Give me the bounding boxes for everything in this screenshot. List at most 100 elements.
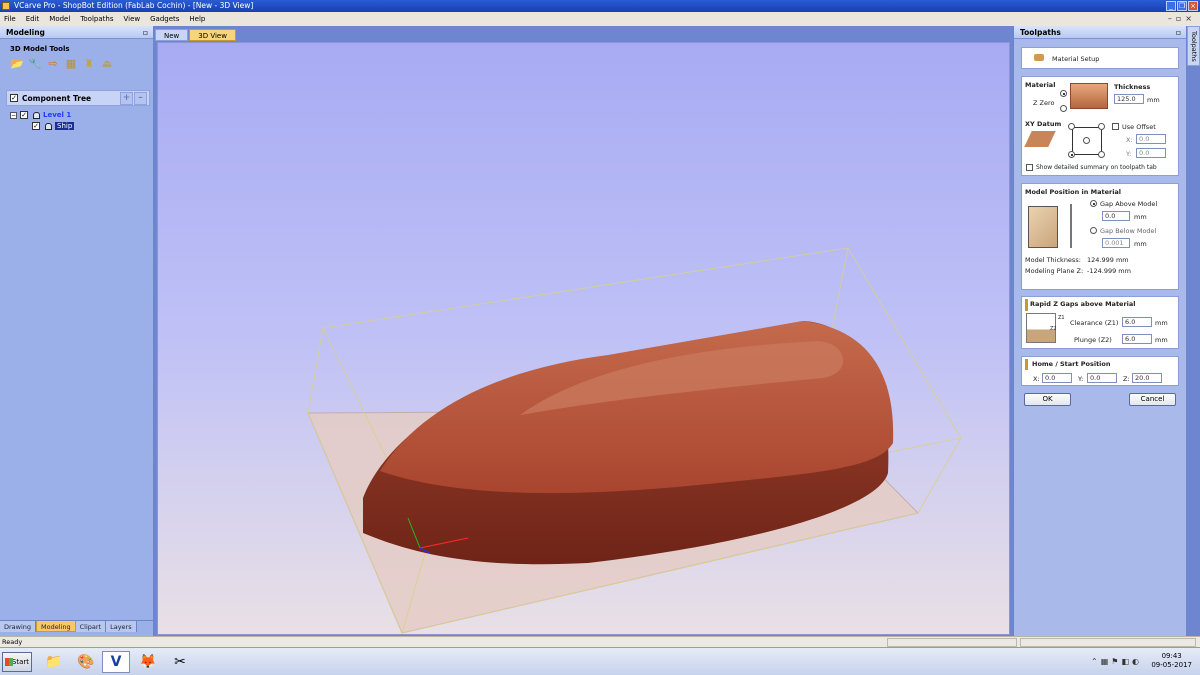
rapid-z-marker	[1025, 299, 1028, 311]
tab-layers[interactable]: Layers	[106, 621, 137, 632]
clock[interactable]: 09:43 09-05-2017	[1151, 652, 1192, 670]
toolpaths-panel-header: Toolpaths ▫	[1014, 26, 1186, 39]
vcarve-icon[interactable]: V	[102, 651, 130, 673]
z-zero-label: Z Zero	[1033, 99, 1055, 107]
model-position-title: Model Position in Material	[1025, 188, 1122, 196]
ok-button[interactable]: OK	[1024, 393, 1071, 406]
start-button[interactable]: Start	[2, 652, 32, 672]
xy-datum-image	[1024, 131, 1056, 147]
tab-modeling[interactable]: Modeling	[36, 621, 76, 632]
offset-x-input[interactable]: 0.0	[1136, 134, 1166, 144]
component-tree-label: Component Tree	[22, 93, 92, 103]
datum-top-left-radio[interactable]	[1068, 123, 1075, 130]
doc-tab-new[interactable]: New	[155, 29, 189, 41]
modeling-panel-header: Modeling ▫	[0, 26, 153, 39]
menu-edit[interactable]: Edit	[26, 12, 40, 26]
close-button[interactable]: ×	[1188, 1, 1198, 11]
weight-icon[interactable]: ⏏	[100, 57, 114, 70]
arrow-right-icon[interactable]: ⇨	[46, 57, 60, 70]
clearance-input[interactable]: 6.0	[1122, 317, 1152, 327]
component-tree-header: ✓ Component Tree + –	[6, 90, 150, 106]
show-summary-label: Show detailed summary on toolpath tab	[1036, 164, 1157, 171]
modeling-panel-title: Modeling	[6, 28, 45, 37]
component-tree-checkbox[interactable]: ✓	[10, 94, 18, 102]
menu-model[interactable]: Model	[49, 12, 70, 26]
offset-y-label: Y:	[1126, 150, 1132, 158]
mdi-window-buttons[interactable]: –▫×	[1168, 12, 1196, 26]
toolpaths-side-tab[interactable]: Toolpaths	[1187, 26, 1200, 66]
restore-button[interactable]: ❐	[1177, 1, 1187, 11]
home-x-input[interactable]: 0.0	[1042, 373, 1072, 383]
status-segment	[887, 638, 1017, 647]
gap-above-input[interactable]: 0.0	[1102, 211, 1130, 221]
home-position-section: Home / Start Position X: 0.0 Y: 0.0 Z: 2…	[1021, 356, 1179, 386]
material-title: Material	[1025, 81, 1056, 89]
plunge-input[interactable]: 6.0	[1122, 334, 1152, 344]
explorer-icon[interactable]: 📁	[40, 651, 68, 673]
menu-toolpaths[interactable]: Toolpaths	[80, 12, 113, 26]
thickness-input[interactable]: 125.0	[1114, 94, 1144, 104]
datum-bottom-right-radio[interactable]	[1098, 151, 1105, 158]
home-marker	[1025, 359, 1028, 370]
use-offset-checkbox[interactable]	[1112, 123, 1119, 130]
3d-viewport[interactable]	[157, 42, 1010, 635]
gap-below-input[interactable]: 0.001	[1102, 238, 1130, 248]
material-setup-header: Material Setup	[1021, 47, 1179, 69]
gap-below-radio[interactable]	[1090, 227, 1097, 234]
start-label: Start	[11, 658, 29, 666]
gap-above-label: Gap Above Model	[1100, 200, 1158, 208]
home-title: Home / Start Position	[1032, 360, 1111, 368]
menu-help[interactable]: Help	[189, 12, 205, 26]
offset-y-input[interactable]: 0.0	[1136, 148, 1166, 158]
toolpaths-panel-title: Toolpaths	[1020, 28, 1061, 37]
rapid-z-section: Rapid Z Gaps above Material Z1 Z2 Cleara…	[1021, 296, 1179, 349]
snipping-tool-icon[interactable]: ✂	[166, 651, 194, 673]
wrench-icon[interactable]: 🔧	[28, 57, 42, 70]
tree-remove-button[interactable]: –	[134, 91, 147, 105]
model-position-section: Model Position in Material Gap Above Mod…	[1021, 183, 1179, 290]
firefox-icon[interactable]: 🦊	[134, 651, 162, 673]
level-label: Level 1	[43, 111, 72, 119]
doc-tab-3d-view[interactable]: 3D View	[189, 29, 236, 41]
tab-clipart[interactable]: Clipart	[75, 621, 107, 632]
expand-icon[interactable]: −	[10, 111, 17, 119]
folder-open-icon[interactable]: 📂	[10, 57, 24, 70]
home-z-input[interactable]: 20.0	[1132, 373, 1162, 383]
grid-icon[interactable]: ▦	[64, 57, 78, 70]
gap-below-label: Gap Below Model	[1100, 227, 1157, 235]
tree-add-button[interactable]: +	[120, 91, 133, 105]
home-z-label: Z:	[1123, 375, 1130, 383]
tree-row-level[interactable]: − ✓ Level 1	[10, 111, 71, 119]
menu-file[interactable]: File	[4, 12, 16, 26]
menu-gadgets[interactable]: Gadgets	[150, 12, 179, 26]
tree-row-ship[interactable]: ✓ Ship	[32, 122, 75, 130]
use-offset-label: Use Offset	[1122, 123, 1156, 131]
tab-drawing[interactable]: Drawing	[0, 621, 37, 632]
left-panel-tabs: Drawing Modeling Clipart Layers	[0, 620, 154, 632]
datum-center-radio[interactable]	[1083, 137, 1090, 144]
offset-x-label: X:	[1126, 136, 1133, 144]
datum-top-right-radio[interactable]	[1098, 123, 1105, 130]
paint-icon[interactable]: 🎨	[72, 651, 100, 673]
pin-icon[interactable]: ▫	[143, 26, 148, 39]
cancel-button[interactable]: Cancel	[1129, 393, 1176, 406]
gap-above-radio[interactable]	[1090, 200, 1097, 207]
level-checkbox[interactable]: ✓	[20, 111, 28, 119]
modeling-panel: Modeling ▫ 3D Model Tools 📂 🔧 ⇨ ▦ ♜ ⏏ ✓ …	[0, 26, 154, 636]
xy-datum-label: XY Datum	[1025, 120, 1062, 128]
home-x-label: X:	[1033, 375, 1040, 383]
system-tray-icons[interactable]: ⌃▦⚑◧◐	[1091, 657, 1142, 666]
ship-checkbox[interactable]: ✓	[32, 122, 40, 130]
datum-bottom-left-radio[interactable]	[1068, 151, 1075, 158]
z-zero-top-radio[interactable]	[1060, 90, 1067, 97]
z-zero-bottom-radio[interactable]	[1060, 105, 1067, 112]
minimize-button[interactable]: _	[1166, 1, 1176, 11]
menu-view[interactable]: View	[123, 12, 140, 26]
status-bar: Ready	[0, 636, 1200, 647]
show-summary-checkbox[interactable]	[1026, 164, 1033, 171]
plunge-unit: mm	[1155, 336, 1168, 344]
home-y-input[interactable]: 0.0	[1087, 373, 1117, 383]
model-thickness-value: 124.999 mm	[1087, 256, 1129, 264]
pin-icon[interactable]: ▫	[1176, 26, 1181, 39]
lamp-icon[interactable]: ♜	[82, 57, 96, 70]
